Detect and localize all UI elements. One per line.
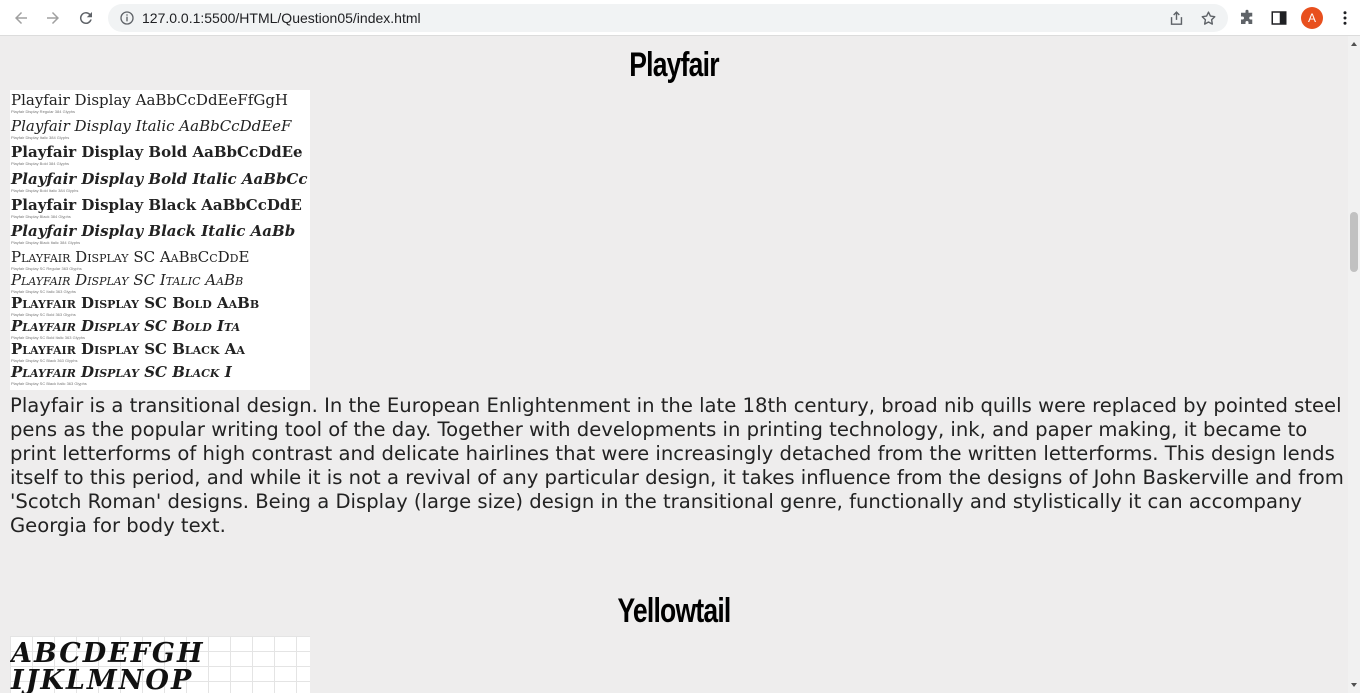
playfair-description: Playfair is a transitional design. In th… [10, 394, 1344, 537]
playfair-specimen-image: Playfair Display AaBbCcDdEeFfGgH Playfair… [10, 90, 310, 390]
specimen-caption: Playfair Display Bold 384 Glyphs [11, 161, 70, 166]
specimen-caption: Playfair Display Black Italic 384 Glyphs [11, 240, 81, 245]
specimen-caption: Playfair Display Regular 384 Glyphs [11, 109, 76, 114]
address-bar[interactable]: 127.0.0.1:5500/HTML/Question05/index.htm… [108, 4, 1228, 32]
browser-menu-icon[interactable] [1334, 7, 1356, 29]
specimen-line: Playfair Display SC Bold Ita [11, 317, 241, 335]
specimen-line: Playfair Display SC Italic AaBb [11, 271, 244, 289]
scrollbar-thumb[interactable] [1350, 212, 1358, 272]
specimen-line: Playfair Display Black AaBbCcDdE [11, 196, 302, 214]
profile-avatar[interactable]: A [1301, 7, 1323, 29]
scroll-up-arrow-icon[interactable] [1351, 42, 1357, 46]
forward-arrow-icon [47, 12, 59, 24]
site-info-icon[interactable] [118, 9, 136, 27]
specimen-caption: Playfair Display Black 384 Glyphs [11, 214, 71, 219]
specimen-line: Playfair Display SC Black I [11, 363, 232, 381]
scroll-down-arrow-icon[interactable] [1351, 683, 1357, 687]
specimen-line: Playfair Display SC AaBbCcDdE [11, 248, 250, 266]
reload-icon [79, 12, 92, 25]
share-icon[interactable] [1167, 9, 1185, 27]
back-button[interactable] [9, 6, 33, 30]
yellowtail-specimen-image: ABCDEFGH IJKLMNOP [10, 636, 310, 693]
reload-button[interactable] [74, 6, 98, 30]
vertical-scrollbar[interactable] [1348, 36, 1360, 693]
section-heading-yellowtail: Yellowtail [617, 592, 731, 630]
profile-initial: A [1307, 11, 1316, 25]
extensions-puzzle-icon[interactable] [1236, 7, 1258, 29]
specimen-line: Playfair Display AaBbCcDdEeFfGgH [11, 91, 289, 109]
specimen-caption: Playfair Display SC Black Italic 363 Gly… [11, 381, 87, 386]
page-viewport: Playfair Playfair Display AaBbCcDdEeFfGg… [0, 36, 1348, 693]
specimen-line: Playfair Display Bold AaBbCcDdEe [11, 143, 303, 161]
side-panel-icon[interactable] [1268, 7, 1290, 29]
specimen-line: Playfair Display SC Black Aa [11, 340, 245, 358]
specimen-caption: Playfair Display Italic 384 Glyphs [11, 135, 70, 140]
specimen-line: Playfair Display Italic AaBbCcDdEeF [11, 117, 292, 135]
section-heading-playfair: Playfair [629, 46, 719, 84]
specimen-caption: Playfair Display Bold Italic 384 Glyphs [11, 188, 79, 193]
url-text[interactable]: 127.0.0.1:5500/HTML/Question05/index.htm… [142, 10, 421, 26]
yellowtail-row: IJKLMNOP [11, 665, 194, 693]
forward-button[interactable] [41, 6, 65, 30]
bookmark-star-icon[interactable] [1199, 9, 1217, 27]
back-arrow-icon [15, 12, 27, 24]
browser-toolbar: 127.0.0.1:5500/HTML/Question05/index.htm… [0, 0, 1360, 36]
specimen-line: Playfair Display Bold Italic AaBbCc [11, 170, 308, 188]
specimen-line: Playfair Display Black Italic AaBb [11, 222, 296, 240]
specimen-line: Playfair Display SC Bold AaBb [11, 294, 260, 312]
